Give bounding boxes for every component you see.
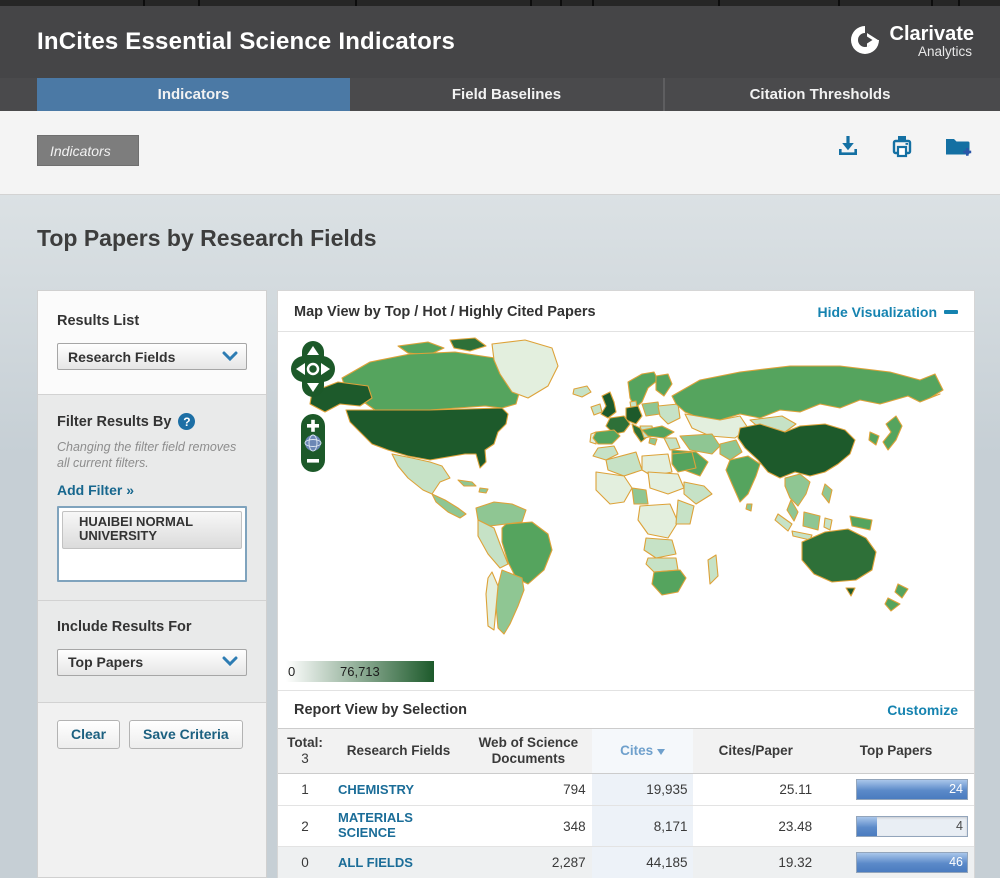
- col-wos-documents[interactable]: Web of Science Documents: [464, 727, 592, 775]
- tab-citation-thresholds[interactable]: Citation Thresholds: [663, 78, 975, 111]
- results-list-section: Results List Research Fields: [38, 291, 266, 394]
- field-link-chemistry[interactable]: CHEMISTRY: [338, 782, 414, 798]
- page-title: Top Papers by Research Fields: [37, 225, 377, 251]
- col-total: Total: 3: [278, 727, 333, 775]
- breadcrumb[interactable]: Indicators: [37, 135, 139, 166]
- report-table: Total: 3 Research Fields Web of Science …: [278, 727, 974, 878]
- print-icon[interactable]: [888, 132, 916, 160]
- chevron-down-icon: [222, 653, 238, 671]
- filter-listbox[interactable]: HUAIBEI NORMAL UNIVERSITY: [57, 505, 247, 582]
- sidebar-buttons: Clear Save Criteria: [38, 701, 266, 877]
- save-criteria-button[interactable]: Save Criteria: [129, 719, 243, 749]
- chevron-down-icon: [222, 348, 238, 366]
- row-rank: 0: [278, 846, 333, 878]
- include-results-section: Include Results For Top Papers: [38, 599, 266, 702]
- tab-field-baselines[interactable]: Field Baselines: [350, 78, 663, 111]
- hide-visualization-link[interactable]: Hide Visualization: [817, 304, 958, 320]
- col-cites[interactable]: Cites: [591, 727, 694, 775]
- visualization-panel: Map View by Top / Hot / Highly Cited Pap…: [277, 290, 975, 878]
- logo-text-primary: Clarivate: [889, 23, 975, 46]
- download-icon[interactable]: [834, 132, 862, 160]
- filter-note: Changing the filter field removes all cu…: [57, 440, 237, 471]
- row-docs: 794: [464, 773, 592, 807]
- field-link-all-fields[interactable]: ALL FIELDS: [338, 855, 413, 871]
- sidebar: Results List Research Fields Filter Resu…: [37, 290, 267, 878]
- app-title: InCites Essential Science Indicators: [37, 28, 456, 55]
- col-cites-per-paper[interactable]: Cites/Paper: [693, 727, 819, 775]
- map-pan-control[interactable]: [290, 340, 336, 398]
- row-docs: 348: [464, 805, 592, 848]
- report-view-title: Report View by Selection: [294, 702, 467, 718]
- results-list-label: Results List: [57, 313, 140, 329]
- world-map: [278, 332, 974, 654]
- sort-desc-icon: [657, 748, 666, 755]
- clear-button[interactable]: Clear: [57, 719, 121, 749]
- clarivate-logo: Clarivate Analytics: [848, 23, 975, 62]
- legend-max: 76,713: [340, 664, 380, 679]
- field-link-materials-science[interactable]: MATERIALS SCIENCE: [338, 810, 459, 841]
- logo-text-secondary: Analytics: [917, 44, 972, 60]
- tab-indicators[interactable]: Indicators: [37, 78, 350, 111]
- table-row: 0 ALL FIELDS 2,287 44,185 19.32 46: [278, 846, 974, 878]
- col-research-fields[interactable]: Research Fields: [332, 727, 465, 775]
- row-cites: 19,935: [591, 773, 694, 807]
- add-filter-link[interactable]: Add Filter »: [57, 482, 134, 498]
- include-results-label: Include Results For: [57, 618, 192, 635]
- col-top-papers[interactable]: Top Papers: [818, 727, 974, 775]
- top-papers-bar: 4: [856, 815, 968, 837]
- row-cpp: 23.48: [693, 805, 819, 848]
- results-list-select[interactable]: Research Fields: [57, 343, 247, 370]
- bar-value: 4: [956, 818, 963, 833]
- help-icon[interactable]: ?: [178, 413, 196, 430]
- choropleth-map[interactable]: [280, 332, 970, 644]
- top-papers-bar: 46: [856, 852, 968, 874]
- row-docs: 2,287: [464, 846, 592, 878]
- tab-bar: Indicators Field Baselines Citation Thre…: [0, 78, 1000, 111]
- minus-icon: [944, 310, 958, 314]
- legend-min: 0: [288, 664, 296, 679]
- results-list-value: Research Fields: [68, 348, 176, 365]
- bar-value: 46: [949, 855, 963, 870]
- bar-value: 24: [949, 782, 963, 797]
- include-results-value: Top Papers: [68, 654, 144, 670]
- filter-label: Filter Results By: [57, 413, 172, 430]
- row-cites: 8,171: [591, 805, 694, 848]
- row-cites: 44,185: [591, 846, 694, 878]
- row-cpp: 19.32: [693, 846, 819, 878]
- filter-selected-item[interactable]: HUAIBEI NORMAL UNIVERSITY: [62, 510, 242, 550]
- map-legend: 0 76,713: [278, 654, 974, 690]
- map-zoom-control[interactable]: [300, 413, 326, 473]
- table-row: 2 MATERIALS SCIENCE 348 8,171 23.48 4: [278, 805, 974, 848]
- map-controls: [290, 340, 336, 473]
- app-header: InCites Essential Science Indicators Cla…: [0, 6, 1000, 78]
- map-view-title: Map View by Top / Hot / Highly Cited Pap…: [294, 304, 596, 320]
- top-papers-bar: 24: [856, 779, 968, 801]
- toolbar: Indicators: [0, 111, 1000, 195]
- customize-link[interactable]: Customize: [887, 702, 958, 718]
- clarivate-logo-icon: [848, 23, 882, 62]
- table-row: 1 CHEMISTRY 794 19,935 25.11 24: [278, 773, 974, 807]
- folder-add-icon[interactable]: [942, 132, 974, 160]
- row-rank: 1: [278, 773, 333, 807]
- row-cpp: 25.11: [693, 773, 819, 807]
- include-results-select[interactable]: Top Papers: [57, 648, 247, 676]
- main-content: Top Papers by Research Fields Results Li…: [0, 195, 1000, 878]
- filter-section: Filter Results By ? Changing the filter …: [38, 394, 266, 600]
- row-rank: 2: [278, 805, 333, 848]
